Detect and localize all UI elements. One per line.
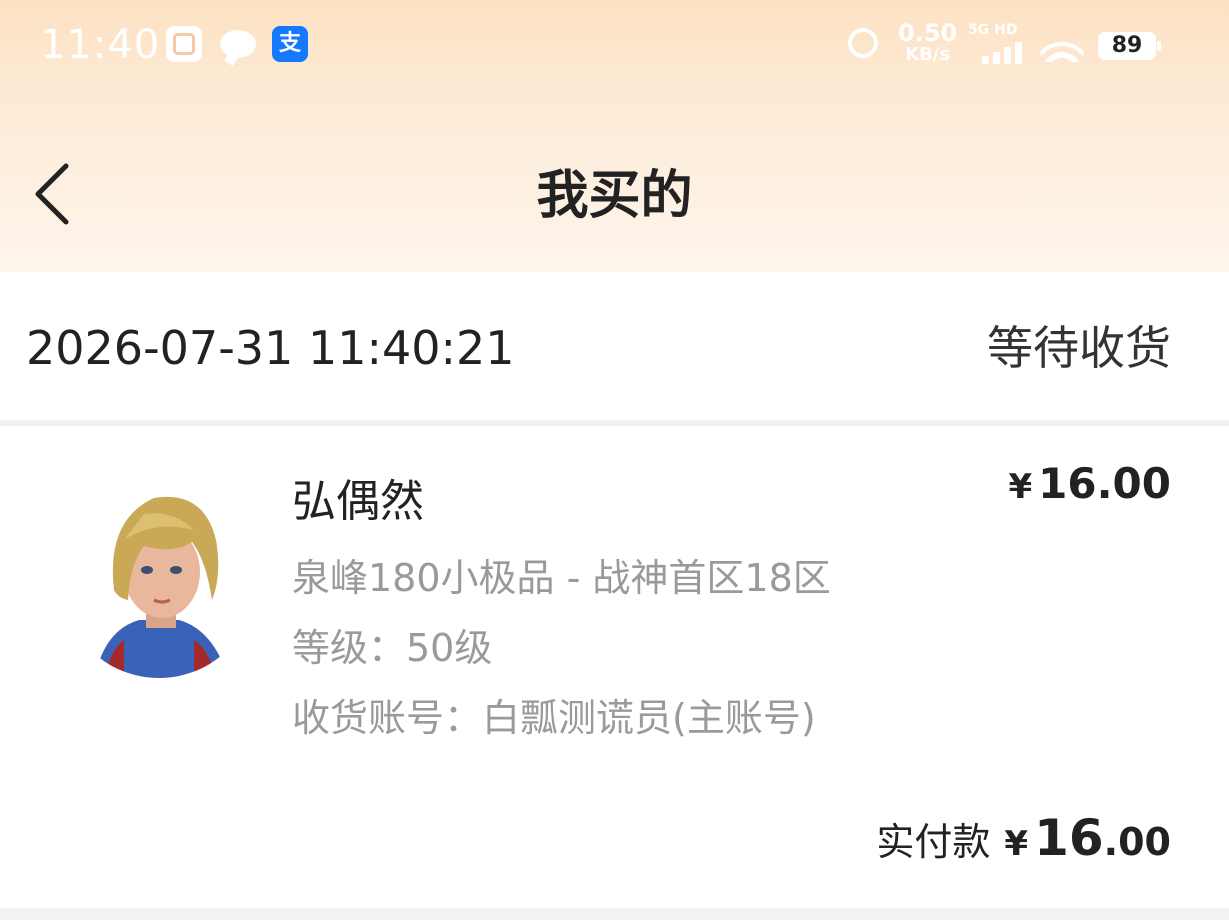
status-time: 11:40: [40, 22, 161, 68]
speed-value: 0.50: [898, 19, 958, 47]
alipay-icon: 支: [272, 26, 308, 62]
item-server: 泉峰180小极品 - 战神首区18区: [292, 556, 831, 600]
page-title: 我买的: [536, 166, 693, 226]
bottom-divider: [0, 908, 1229, 920]
battery-icon: 89: [1098, 32, 1161, 60]
paid-currency: ¥: [1004, 824, 1029, 864]
character-avatar: [84, 480, 234, 680]
item-name: 弘偶然: [292, 476, 424, 527]
paid-amount: 实付款 ¥16.00: [876, 806, 1171, 882]
paid-decimal: .00: [1103, 820, 1171, 864]
paid-integer: 16: [1034, 809, 1104, 867]
order-datetime: 2026-07-31 11:40:21: [26, 321, 515, 375]
price-currency: ¥: [1008, 467, 1033, 507]
item-price: ¥16.00: [1008, 456, 1171, 515]
network-speed: 0.50 KB/s: [898, 19, 958, 66]
price-value: 16.00: [1038, 459, 1171, 508]
signal-icon: [982, 40, 1026, 64]
gallery-icon: [166, 26, 202, 62]
speed-unit: KB/s: [905, 44, 951, 65]
divider: [0, 420, 1229, 426]
network-type: 5G HD: [968, 22, 1018, 38]
status-bar: 11:40 支 0.50 KB/s 5G HD 89: [0, 0, 1229, 90]
item-level: 等级：50级: [292, 626, 493, 670]
chat-icon: [220, 30, 256, 58]
item-account: 收货账号：白瓢测谎员(主账号): [292, 696, 816, 740]
paid-label: 实付款: [876, 820, 991, 864]
order-status: 等待收货: [987, 321, 1171, 375]
alarm-icon: [848, 28, 878, 58]
wifi-icon: [1040, 28, 1084, 62]
